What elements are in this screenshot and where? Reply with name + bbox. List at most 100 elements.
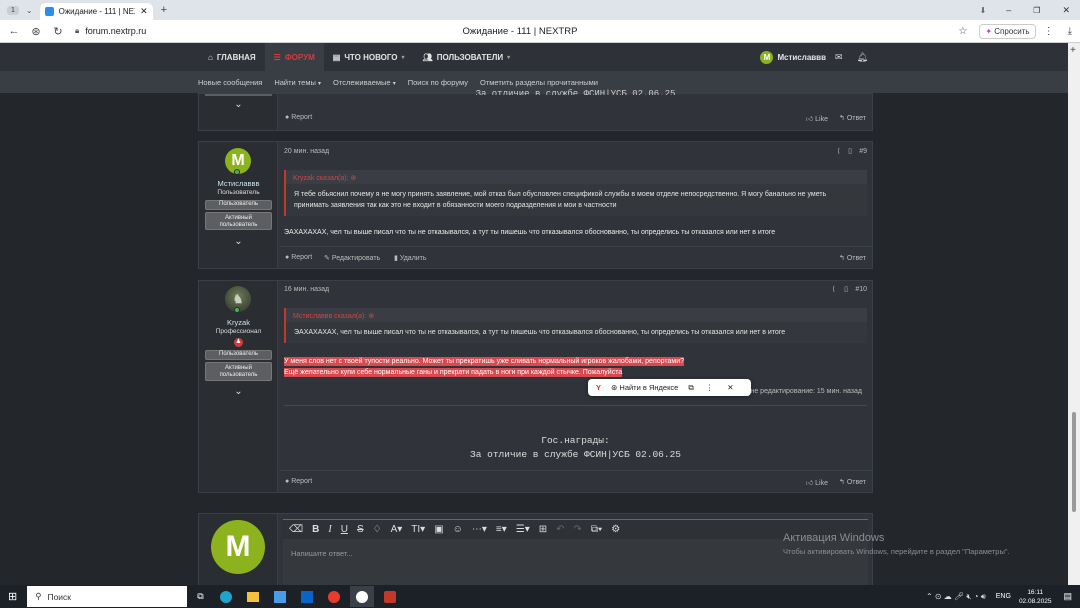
like-label: Like — [815, 480, 828, 487]
store-icon[interactable] — [273, 590, 286, 603]
quote-author[interactable]: Мстиславвв сказал(а): ⊕ — [286, 308, 867, 322]
settings-gear-icon[interactable]: ⚙ — [611, 524, 620, 535]
expand-chevron-icon[interactable]: ⌄ — [199, 386, 278, 397]
edge-icon[interactable] — [219, 590, 232, 603]
reply-input[interactable]: Напишите ответ... — [283, 539, 868, 585]
reply-link[interactable]: ↰ Ответ — [839, 478, 866, 486]
color-icon[interactable]: ♢ — [373, 524, 382, 535]
tab-close-icon[interactable]: ✕ — [140, 6, 148, 17]
share-icon[interactable]: ⟨ — [832, 285, 835, 293]
post-number[interactable]: #9 — [859, 148, 867, 155]
delete-label: Удалить — [399, 255, 427, 262]
post-user-cell: ♞ Kryzak Профессионал ♟ Пользователь Акт… — [199, 281, 278, 492]
minimize-icon[interactable]: – — [1006, 5, 1011, 15]
expand-chevron-icon[interactable]: ⌄ — [199, 236, 278, 247]
bold-icon[interactable]: B — [312, 524, 319, 535]
nav-whats-new[interactable]: ▤ ЧТО НОВОГО ▾ — [324, 43, 414, 71]
start-windows-icon[interactable]: ⊞ — [8, 590, 17, 603]
yandex-icon[interactable] — [327, 590, 340, 603]
bookmark-icon[interactable]: ▯ — [848, 147, 852, 155]
copy-icon[interactable]: ⧉ — [688, 383, 693, 393]
browser-tab[interactable]: Ожидание - 111 | NEXT ✕ — [39, 3, 153, 20]
image-icon[interactable]: ▣ — [434, 524, 443, 535]
tray-icons[interactable]: ⌃ ⊙ ☁ 🎤︎ 🔇︎ ◔ 🔊︎ — [926, 592, 986, 602]
like-link[interactable]: 👍︎ Like — [806, 114, 828, 123]
eraser-icon[interactable]: ⌫ — [289, 524, 303, 535]
user-menu[interactable]: M Мстиславвв — [751, 43, 835, 71]
yandex-browser-icon[interactable] — [349, 586, 374, 607]
underline-icon[interactable]: U — [341, 524, 348, 535]
bookmark-icon[interactable]: ▯ — [844, 285, 848, 293]
messages-icon[interactable]: ✉ — [835, 52, 843, 63]
tab-list-chevron-icon[interactable]: ⌄ — [26, 6, 33, 15]
maximize-icon[interactable]: ❐ — [1033, 6, 1040, 15]
explorer-icon[interactable] — [246, 591, 259, 602]
share-icon[interactable]: ⟨ — [837, 147, 840, 155]
tab-count-badge[interactable]: 1 — [7, 5, 19, 15]
like-link[interactable]: 👍︎ Like — [806, 478, 828, 487]
post-number[interactable]: #10 — [855, 286, 867, 293]
quote-author[interactable]: Kryzak сказал(а): ⊕ — [286, 170, 867, 184]
reload-icon[interactable]: ↻ — [47, 25, 69, 38]
reply-link[interactable]: ↰ Ответ — [839, 114, 866, 122]
more-menu-icon[interactable]: ⋮ — [1044, 26, 1054, 37]
yandex-home-icon[interactable]: ⊛ — [25, 25, 47, 38]
language-indicator[interactable]: ENG — [996, 593, 1011, 600]
nav-users[interactable]: 👥︎ ПОЛЬЗОВАТЕЛИ ▾ — [414, 43, 520, 71]
strike-icon[interactable]: S — [357, 524, 364, 535]
app-icon[interactable] — [383, 590, 396, 603]
side-panel-plus-icon[interactable]: + — [1070, 45, 1076, 56]
new-tab-icon[interactable]: + — [161, 4, 167, 16]
nav-home[interactable]: ⌂ ГЛАВНАЯ — [199, 43, 265, 71]
delete-link[interactable]: ▮ Удалить — [394, 254, 427, 262]
alerts-bell-icon[interactable]: 🔔︎ — [857, 52, 868, 63]
username[interactable]: Мстиславвв — [199, 179, 278, 188]
subnav-new-posts[interactable]: Новые сообщения — [198, 78, 262, 87]
ask-button[interactable]: ✦ Спросить — [979, 23, 1036, 39]
italic-icon[interactable]: I — [328, 524, 331, 535]
downloads-icon[interactable]: ⤓ — [1068, 26, 1072, 37]
task-view-icon[interactable]: ⧉ — [197, 591, 203, 602]
table-icon[interactable]: ⊞ — [539, 524, 547, 535]
redo-icon[interactable]: ↷ — [574, 524, 582, 535]
taskbar-search[interactable]: ⚲ Поиск — [27, 586, 188, 607]
list-icon[interactable]: ☰▾ — [516, 524, 530, 535]
subnav-watched[interactable]: Отслеживаемые ▾ — [333, 78, 396, 87]
post-previous: ⌄ За отличие в службе ФСИН|УСБ 02.06.25 … — [198, 89, 873, 131]
subnav-mark-read[interactable]: Отметить разделы прочитанными — [480, 78, 598, 87]
preview-icon[interactable]: ⧉▾ — [591, 524, 602, 535]
post-time[interactable]: 20 мин. назад — [284, 148, 329, 155]
clock[interactable]: 16:11 02.08.2025 — [1019, 588, 1052, 606]
report-link[interactable]: ● Report — [285, 114, 312, 121]
expand-chevron-icon[interactable]: ⌄ — [199, 99, 278, 110]
profile-icon[interactable]: ⬇ — [980, 6, 987, 15]
report-link[interactable]: ● Report — [285, 254, 312, 261]
bookmark-icon[interactable]: ☆ — [958, 26, 967, 37]
user-badge: Пользователь — [205, 350, 272, 360]
window-close-icon[interactable]: ✕ — [1062, 5, 1070, 16]
align-icon[interactable]: ≡▾ — [496, 524, 507, 535]
outlook-icon[interactable] — [300, 590, 313, 603]
post-time[interactable]: 16 мин. назад — [284, 286, 329, 293]
edit-link[interactable]: ✎ Редактировать — [324, 254, 380, 262]
popup-close-icon[interactable]: ✕ — [727, 383, 733, 392]
undo-icon[interactable]: ↶ — [556, 524, 564, 535]
subnav-find-threads[interactable]: Найти темы ▾ — [274, 78, 321, 87]
reply-link[interactable]: ↰ Ответ — [839, 254, 866, 262]
report-link[interactable]: ● Report — [285, 478, 312, 485]
page-scrollbar[interactable] — [1072, 412, 1076, 512]
windows-taskbar: ⊞ ⚲ Поиск ⧉ ⌃ ⊙ ☁ 🎤︎ 🔇︎ ◔ 🔊︎ ENG 16:11 0… — [0, 585, 1080, 608]
more-icon[interactable]: ⋯▾ — [472, 524, 487, 535]
url-field[interactable]: forum.nextrp.ru — [85, 26, 235, 36]
find-in-yandex-button[interactable]: ⊛ Найти в Яндексе — [611, 383, 678, 392]
back-icon[interactable]: ← — [3, 25, 25, 37]
font-size-icon[interactable]: TI▾ — [411, 524, 425, 535]
nav-forum[interactable]: ☰ ФОРУМ — [264, 43, 324, 71]
notifications-icon[interactable]: ▤ — [1063, 591, 1072, 602]
popup-more-icon[interactable]: ⋮ — [706, 383, 714, 392]
reply-icon: ↰ — [839, 115, 845, 122]
emoji-icon[interactable]: ☺ — [453, 524, 463, 535]
username[interactable]: Kryzak — [199, 318, 278, 327]
subnav-search[interactable]: Поиск по форуму — [408, 78, 468, 87]
font-icon[interactable]: A▾ — [391, 524, 403, 535]
